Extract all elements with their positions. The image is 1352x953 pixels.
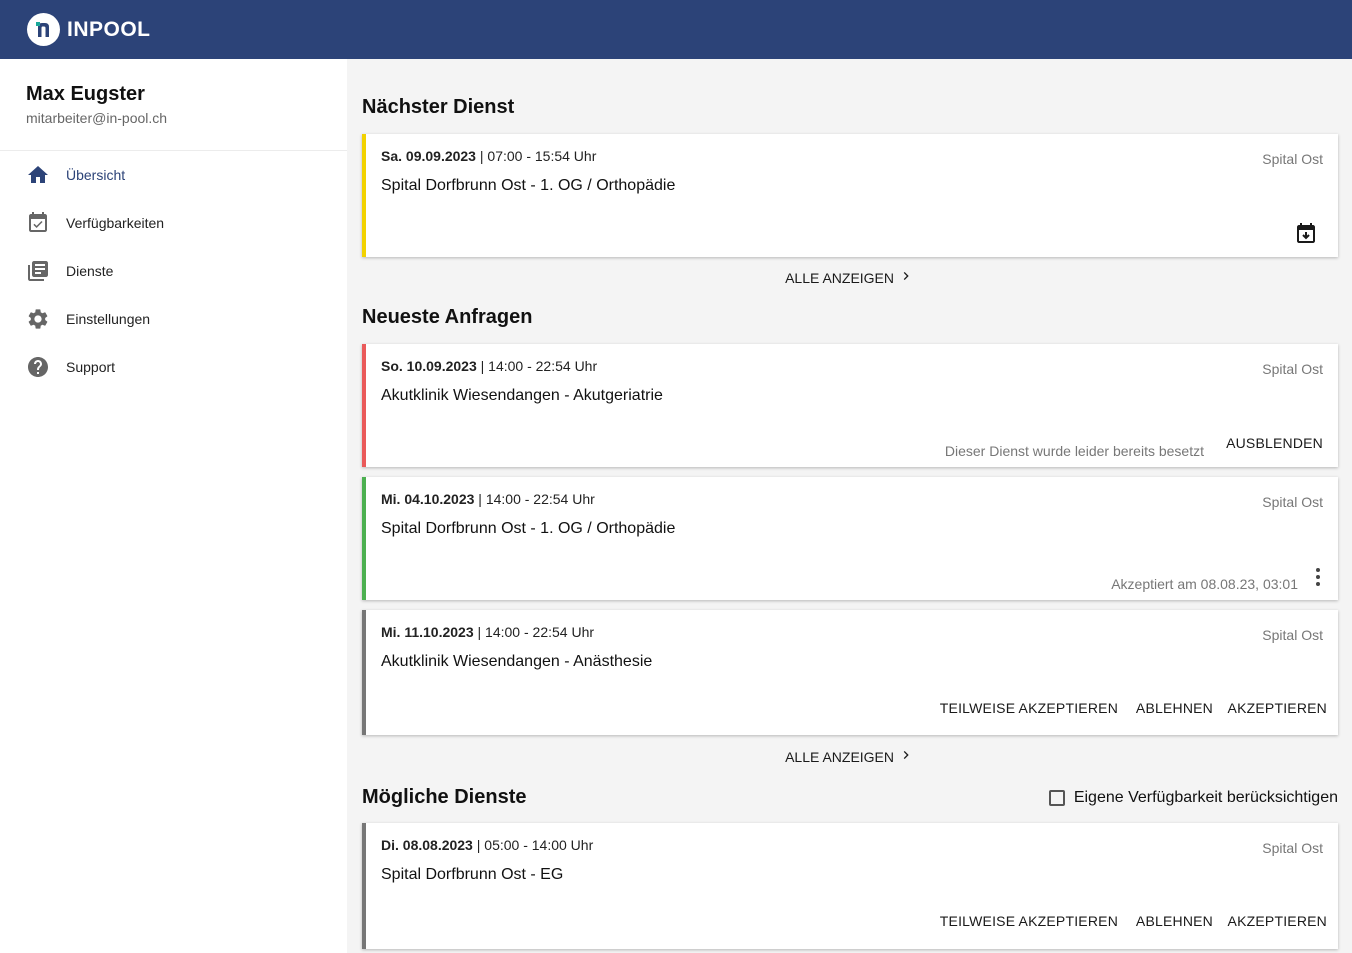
decline-button[interactable]: ABLEHNEN [1136,913,1213,929]
shift-place: Spital Dorfbrunn Ost - 1. OG / Orthopädi… [381,520,676,537]
shift-date: Mi. 11.10.2023 | 14:00 - 22:54 Uhr [381,624,594,640]
user-profile: Max Eugster mitarbeiter@in-pool.ch [26,83,167,126]
accept-button[interactable]: AKZEPTIEREN [1228,700,1327,716]
sidebar-item-label: Einstellungen [66,311,151,327]
shift-date-day: Di. 08.08.2023 [381,837,473,853]
possible-shift-card[interactable]: Di. 08.08.2023 | 05:00 - 14:00 Uhr Spita… [362,823,1338,949]
help-icon [26,355,50,379]
shift-place: Spital Dorfbrunn Ost - 1. OG / Orthopädi… [381,177,676,194]
status-note: Akzeptiert am 08.08.23, 03:01 [1111,576,1298,592]
sidebar-item-uebersicht[interactable]: Übersicht [0,151,347,199]
hide-button[interactable]: AUSBLENDEN [1226,435,1323,451]
status-note: Dieser Dienst wurde leider bereits beset… [944,443,1204,459]
sidebar-item-einstellungen[interactable]: Einstellungen [0,295,347,343]
partial-accept-button[interactable]: TEILWEISE AKZEPTIEREN [940,700,1118,716]
shift-location: Spital Ost [1262,151,1323,167]
chevron-right-icon [898,747,914,766]
show-all-link[interactable]: ALLE ANZEIGEN [347,747,1352,766]
availability-checkbox[interactable] [1048,790,1065,806]
partial-accept-button[interactable]: TEILWEISE AKZEPTIEREN [940,913,1118,929]
shift-place: Akutklinik Wiesendangen - Anästhesie [381,653,653,670]
calendar-check-icon [26,211,50,235]
shift-date-day: Mi. 11.10.2023 [381,624,474,640]
sidebar-item-label: Support [66,359,116,375]
shift-place: Akutklinik Wiesendangen - Akutgeriatrie [381,387,663,404]
shift-date-day: So. 10.09.2023 [381,358,477,374]
shift-date: Sa. 09.09.2023 | 07:00 - 15:54 Uhr [381,148,596,164]
more-vert-icon[interactable] [1310,565,1326,594]
shift-location: Spital Ost [1262,494,1323,510]
user-email: mitarbeiter@in-pool.ch [26,110,168,126]
show-all-label: ALLE ANZEIGEN [785,748,895,765]
sidebar-item-verfuegbarkeiten[interactable]: Verfügbarkeiten [0,199,347,247]
show-all-link[interactable]: ALLE ANZEIGEN [347,268,1352,287]
sidebar-item-label: Übersicht [66,167,126,183]
section-title-next: Nächster Dienst [362,96,515,118]
calendar-download-icon[interactable] [1294,222,1318,251]
sidebar-item-support[interactable]: Support [0,343,347,391]
shift-time: | 07:00 - 15:54 Uhr [479,148,597,164]
shift-date: Di. 08.08.2023 | 05:00 - 14:00 Uhr [381,837,593,853]
user-name: Max Eugster [26,83,145,105]
brand-name: INPOOL [67,17,151,41]
shift-location: Spital Ost [1262,840,1323,856]
availability-checkbox-row[interactable]: Eigene Verfügbarkeit berücksichtigen [1048,789,1338,807]
section-title-requests: Neueste Anfragen [362,306,533,328]
request-card[interactable]: So. 10.09.2023 | 14:00 - 22:54 Uhr Akutk… [362,344,1338,467]
decline-button[interactable]: ABLEHNEN [1136,700,1213,716]
shift-date-day: Sa. 09.09.2023 [381,148,476,164]
sidebar-item-dienste[interactable]: Dienste [0,247,347,295]
list-icon [26,259,50,283]
shift-time: | 14:00 - 22:54 Uhr [477,624,595,640]
request-card[interactable]: Mi. 11.10.2023 | 14:00 - 22:54 Uhr Akutk… [362,610,1338,735]
sidebar: Max Eugster mitarbeiter@in-pool.ch Übers… [0,59,347,953]
shift-time: | 14:00 - 22:54 Uhr [480,358,598,374]
shift-location: Spital Ost [1262,627,1323,643]
inpool-logo-icon [27,13,60,46]
home-icon [26,163,50,187]
availability-checkbox-label: Eigene Verfügbarkeit berücksichtigen [1073,789,1338,806]
top-bar: INPOOL [0,0,1352,59]
main-content: Nächster Dienst Sa. 09.09.2023 | 07:00 -… [347,59,1352,953]
section-title-possible: Mögliche Dienste [362,786,527,808]
gear-icon [26,307,50,331]
accept-button[interactable]: AKZEPTIEREN [1228,913,1327,929]
shift-date: Mi. 04.10.2023 | 14:00 - 22:54 Uhr [381,491,595,507]
shift-date: So. 10.09.2023 | 14:00 - 22:54 Uhr [381,358,597,374]
shift-time: | 05:00 - 14:00 Uhr [476,837,594,853]
logo[interactable]: INPOOL [27,13,151,46]
shift-location: Spital Ost [1262,361,1323,377]
show-all-label: ALLE ANZEIGEN [785,269,895,286]
shift-place: Spital Dorfbrunn Ost - EG [381,866,564,883]
sidebar-item-label: Verfügbarkeiten [66,215,165,231]
sidebar-item-label: Dienste [66,263,114,279]
chevron-right-icon [898,268,914,287]
request-card[interactable]: Mi. 04.10.2023 | 14:00 - 22:54 Uhr Spita… [362,477,1338,600]
sidebar-nav: Übersicht Verfügbarkeiten Dienste Einste… [0,151,347,391]
shift-date-day: Mi. 04.10.2023 [381,491,475,507]
shift-time: | 14:00 - 22:54 Uhr [478,491,595,507]
next-shift-card[interactable]: Sa. 09.09.2023 | 07:00 - 15:54 Uhr Spita… [362,134,1338,257]
